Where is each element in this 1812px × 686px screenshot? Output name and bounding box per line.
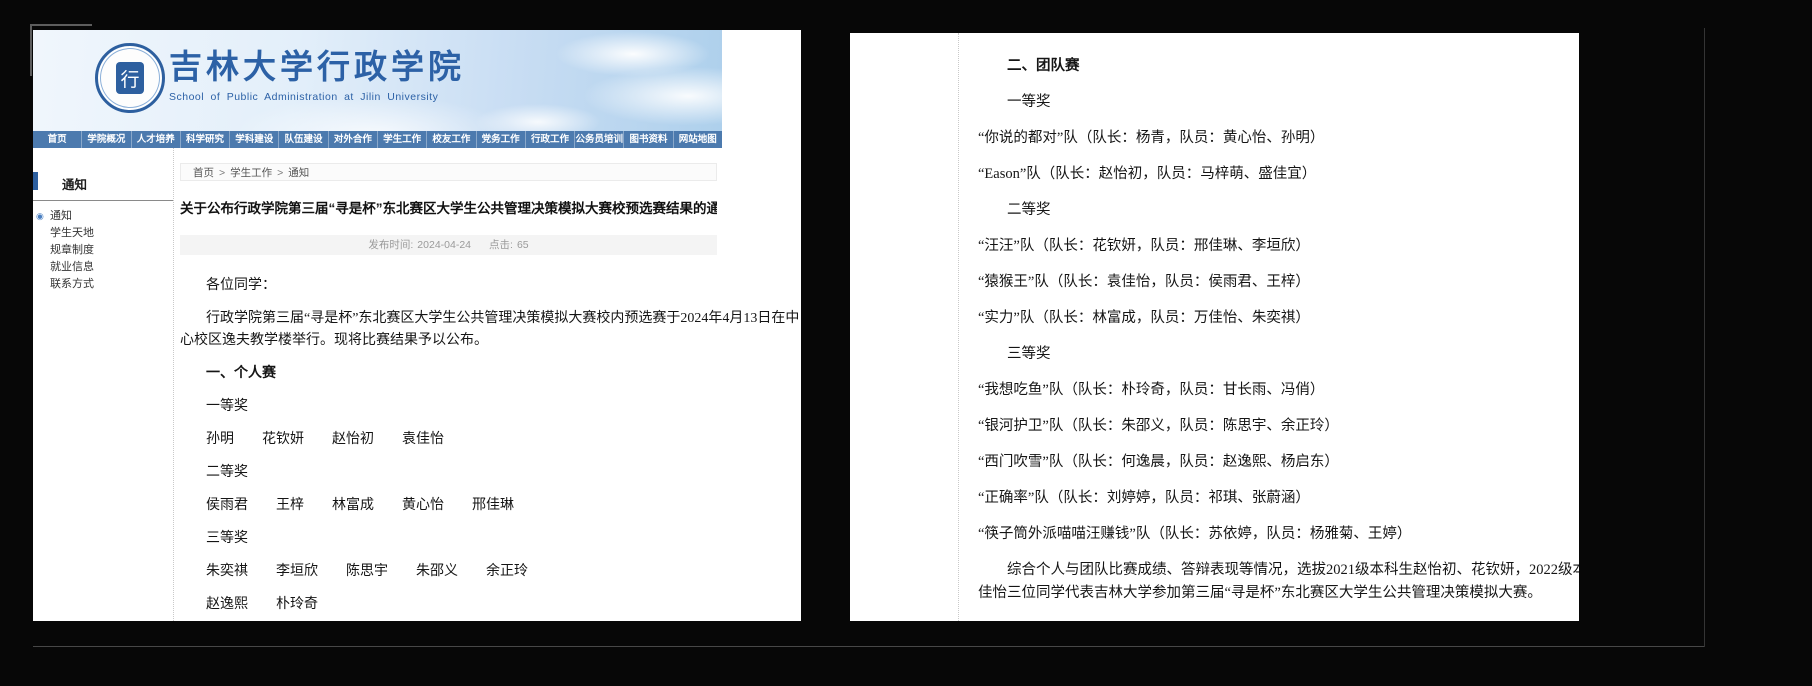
award-tier-label: 二等奖 [978, 199, 1563, 222]
page-body: 通知 ◉ 通知 学生天地 规章制度 就业信息 联系方式 [33, 148, 801, 621]
award-tier-label: 二等奖 [180, 462, 733, 484]
window-edge-right [1704, 28, 1705, 647]
sidebar: 通知 ◉ 通知 学生天地 规章制度 就业信息 联系方式 [33, 148, 173, 621]
seal-glyph-icon: 行 [116, 62, 144, 94]
body-line: 行政学院第三届“寻是杯”东北赛区大学生公共管理决策模拟大赛校内预选赛于2024年… [180, 308, 733, 330]
sidebar-item-employment[interactable]: 就业信息 [36, 259, 173, 276]
nav-item-library[interactable]: 图书资料 [623, 131, 672, 148]
sidebar-item-label: 就业信息 [50, 261, 94, 273]
nav-item-sitemap[interactable]: 网站地图 [673, 131, 722, 148]
nav-item-cooperation[interactable]: 对外合作 [328, 131, 377, 148]
nav-item-overview[interactable]: 学院概况 [81, 131, 130, 148]
site-titles: 吉林大学行政学院 School of Public Administration… [169, 50, 465, 103]
nav-item-faculty[interactable]: 队伍建设 [278, 131, 327, 148]
browser-page-1: 行 吉林大学行政学院 School of Public Administrati… [33, 30, 801, 621]
nav-item-party[interactable]: 党务工作 [476, 131, 525, 148]
breadcrumb-current: 通知 [288, 167, 309, 179]
winner-names: 朱奕祺 李垣欣 陈思宇 朱邵义 余正玲 [180, 561, 733, 583]
article-body-page1: 各位同学： 行政学院第三届“寻是杯”东北赛区大学生公共管理决策模拟大赛校内预选赛… [180, 275, 733, 616]
sidebar-item-contact[interactable]: 联系方式 [36, 276, 173, 293]
window-edge-top [30, 24, 92, 26]
sidebar-list: ◉ 通知 学生天地 规章制度 就业信息 联系方式 [33, 208, 173, 293]
sidebar-title: 通知 [33, 172, 174, 201]
breadcrumb-home[interactable]: 首页 [193, 167, 214, 179]
main-nav: 首页 学院概况 人才培养 科学研究 学科建设 队伍建设 对外合作 学生工作 校友… [33, 131, 722, 148]
sidebar-item-notice[interactable]: ◉ 通知 [36, 208, 173, 225]
nav-item-civil-servant-training[interactable]: 公务员培训 [574, 131, 623, 148]
breadcrumb-student-work[interactable]: 学生工作 [230, 167, 272, 179]
site-title-chinese: 吉林大学行政学院 [169, 50, 465, 86]
team-result-line: “实力”队（队长：林富成，队员：万佳怡、朱奕祺） [978, 307, 1563, 330]
hits-value: 65 [517, 239, 529, 251]
nav-item-student-work[interactable]: 学生工作 [377, 131, 426, 148]
team-result-line: “你说的都对”队（队长：杨青，队员：黄心怡、孙明） [978, 127, 1563, 150]
award-tier-label: 三等奖 [180, 528, 733, 550]
team-result-line: “Eason”队（队长：赵怡初，队员：马梓萌、盛佳宜） [978, 163, 1563, 186]
team-result-line: “我想吃鱼”队（队长：朴玲奇，队员：甘长雨、冯俏） [978, 379, 1563, 402]
team-result-line: “正确率”队（队长：刘婷婷，队员：祁琪、张蔚涵） [978, 487, 1563, 510]
team-result-line: “猿猴王”队（队长：袁佳怡，队员：侯雨君、王梓） [978, 271, 1563, 294]
article-title: 关于公布行政学院第三届“寻是杯”东北赛区大学生公共管理决策模拟大赛校预选赛结果的… [180, 197, 717, 217]
article-body-page2: 二、团队赛 一等奖 “你说的都对”队（队长：杨青，队员：黄心怡、孙明） “Eas… [978, 55, 1563, 618]
section-heading-individual: 一、个人赛 [180, 363, 733, 385]
sidebar-accent-bar [33, 172, 38, 190]
team-result-line: “汪汪”队（队长：花钦妍，队员：邢佳琳、李垣欣） [978, 235, 1563, 258]
winner-names: 侯雨君 王梓 林富成 黄心怡 邢佳琳 [180, 495, 733, 517]
hits-label: 点击: [489, 239, 513, 251]
body-line: 佳怡三位同学代表吉林大学参加第三届“寻是杯”东北赛区大学生公共管理决策模拟大赛。 [978, 582, 1563, 605]
nav-item-talent[interactable]: 人才培养 [131, 131, 180, 148]
sidebar-item-label: 规章制度 [50, 244, 94, 256]
nav-item-alumni[interactable]: 校友工作 [426, 131, 475, 148]
window-edge-bottom [33, 646, 1705, 647]
sidebar-item-rules[interactable]: 规章制度 [36, 242, 173, 259]
article-content: 首页 > 学生工作 > 通知 关于公布行政学院第三届“寻是杯”东北赛区大学生公共管理决策… [173, 148, 733, 621]
winner-names: 赵逸熙 朴玲奇 [180, 594, 733, 616]
article-meta: 发布时间: 2024-04-24 点击: 65 [180, 235, 717, 255]
sidebar-item-label: 学生天地 [50, 227, 94, 239]
award-tier-label: 一等奖 [978, 91, 1563, 114]
nav-item-admin[interactable]: 行政工作 [525, 131, 574, 148]
window-edge-left [30, 24, 32, 76]
sidebar-title-label: 通知 [62, 178, 87, 192]
publish-time-value: 2024-04-24 [417, 239, 471, 251]
sidebar-item-label: 联系方式 [50, 278, 94, 290]
university-seal-logo[interactable]: 行 [95, 43, 165, 113]
site-banner: 行 吉林大学行政学院 School of Public Administrati… [33, 30, 722, 131]
body-line: 各位同学： [180, 275, 733, 297]
publish-time-label: 发布时间: [368, 239, 413, 251]
body-line: 心校区逸夫教学楼举行。现将比赛结果予以公布。 [180, 330, 733, 352]
sidebar-item-student-world[interactable]: 学生天地 [36, 225, 173, 242]
nav-item-home[interactable]: 首页 [33, 131, 81, 148]
winner-names: 孙明 花钦妍 赵怡初 袁佳怡 [180, 429, 733, 451]
section-heading-team: 二、团队赛 [978, 55, 1563, 78]
body-line: 综合个人与团队比赛成绩、答辩表现等情况，选拔2021级本科生赵怡初、花钦妍，20… [978, 559, 1563, 582]
award-tier-label: 一等奖 [180, 396, 733, 418]
arrow-bullet-icon: ◉ [36, 208, 44, 225]
breadcrumb-separator: > [219, 167, 225, 179]
nav-item-research[interactable]: 科学研究 [180, 131, 229, 148]
content-left-divider [958, 33, 959, 621]
team-result-line: “银河护卫”队（队长：朱邵义，队员：陈思宇、余正玲） [978, 415, 1563, 438]
browser-page-2: 二、团队赛 一等奖 “你说的都对”队（队长：杨青，队员：黄心怡、孙明） “Eas… [850, 33, 1579, 621]
breadcrumb: 首页 > 学生工作 > 通知 [180, 163, 717, 181]
nav-item-discipline[interactable]: 学科建设 [229, 131, 278, 148]
breadcrumb-separator: > [277, 167, 283, 179]
team-result-line: “西门吹雪”队（队长：何逸晨，队员：赵逸熙、杨启东） [978, 451, 1563, 474]
team-result-line: “筷子筒外派喵喵汪赚钱”队（队长：苏依婷，队员：杨雅菊、王婷） [978, 523, 1563, 546]
site-title-english: School of Public Administration at Jilin… [169, 91, 465, 103]
award-tier-label: 三等奖 [978, 343, 1563, 366]
sidebar-item-label: 通知 [50, 210, 72, 222]
